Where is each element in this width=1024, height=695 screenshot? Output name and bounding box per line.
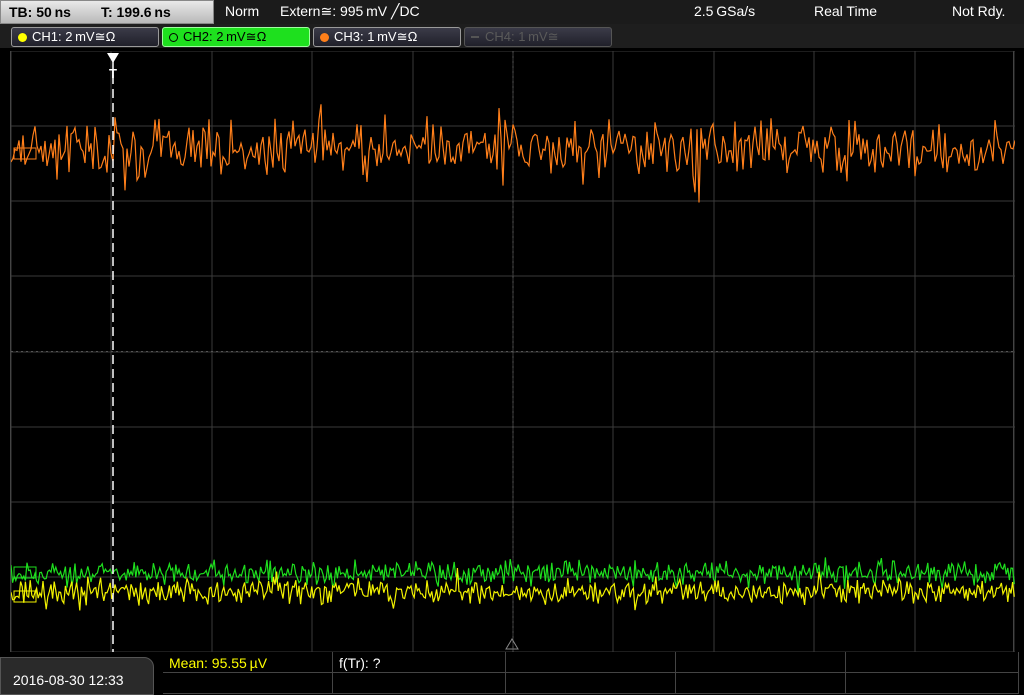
channel-2-button[interactable]: CH2: 2 mV≅Ω bbox=[162, 27, 310, 47]
waveform-canvas: T bbox=[11, 51, 1015, 652]
measurement-cell bbox=[676, 673, 846, 694]
measurement-cell bbox=[846, 652, 1019, 673]
trigger-position-marker-icon[interactable] bbox=[107, 53, 119, 63]
measurement-cell bbox=[506, 673, 676, 694]
measurement-cell bbox=[676, 652, 846, 673]
acquisition-mode-label: Real Time bbox=[814, 3, 878, 19]
horizontal-center-marker-icon bbox=[505, 638, 519, 650]
trigger-state-label: Not Rdy. bbox=[952, 3, 1006, 19]
channel-bar: CH1: 2 mV≅Ω CH2: 2 mV≅Ω CH3: 1 mV≅Ω CH4:… bbox=[0, 24, 1024, 48]
measurement-cell bbox=[163, 673, 333, 694]
channel-3-dot-icon bbox=[320, 32, 329, 42]
datetime-label: 2016-08-30 12:33 bbox=[13, 672, 124, 688]
channel-1-label: CH1: 2 mV≅Ω bbox=[32, 29, 116, 44]
sample-rate-label: 2.5 GSa/s bbox=[694, 3, 756, 19]
channel-4-label: CH4: 1 mV≅ bbox=[485, 29, 559, 44]
datetime-box: 2016-08-30 12:33 bbox=[0, 657, 154, 695]
measurement-cell bbox=[333, 673, 506, 694]
waveform-display[interactable]: T bbox=[10, 51, 1015, 652]
channel-4-off-icon bbox=[471, 36, 479, 38]
channel-2-label: CH2: 2 mV≅Ω bbox=[183, 29, 267, 44]
measurement-panel[interactable]: Mean: 95.55 µV f(Tr): ? bbox=[163, 652, 1019, 695]
trigger-mode-label[interactable]: Norm bbox=[225, 3, 259, 19]
measurement-cell bbox=[506, 652, 676, 673]
channel-3-button[interactable]: CH3: 1 mV≅Ω bbox=[313, 27, 461, 47]
channel-4-button[interactable]: CH4: 1 mV≅ bbox=[464, 27, 612, 47]
trigger-t-icon: T bbox=[109, 66, 117, 81]
channel-3-label: CH3: 1 mV≅Ω bbox=[334, 29, 418, 44]
trigger-time-label: T: 199.6 ns bbox=[101, 4, 171, 20]
channel-1-button[interactable]: CH1: 2 mV≅Ω bbox=[11, 27, 159, 47]
timebase-label: TB: 50 ns bbox=[9, 4, 71, 20]
measurement-rise-freq: f(Tr): ? bbox=[339, 655, 381, 671]
measurement-mean: Mean: 95.55 µV bbox=[169, 655, 268, 671]
status-bar: TB: 50 ns T: 199.6 ns Norm Extern≅: 995 … bbox=[0, 0, 1024, 24]
channel-2-dot-icon bbox=[169, 32, 178, 42]
trigger-source-label[interactable]: Extern≅: 995 mV ╱DC bbox=[280, 3, 420, 20]
timebase-box[interactable]: TB: 50 ns T: 199.6 ns bbox=[0, 0, 214, 24]
graticule bbox=[11, 51, 1015, 652]
channel-1-dot-icon bbox=[18, 32, 27, 42]
measurement-cell bbox=[846, 673, 1019, 694]
